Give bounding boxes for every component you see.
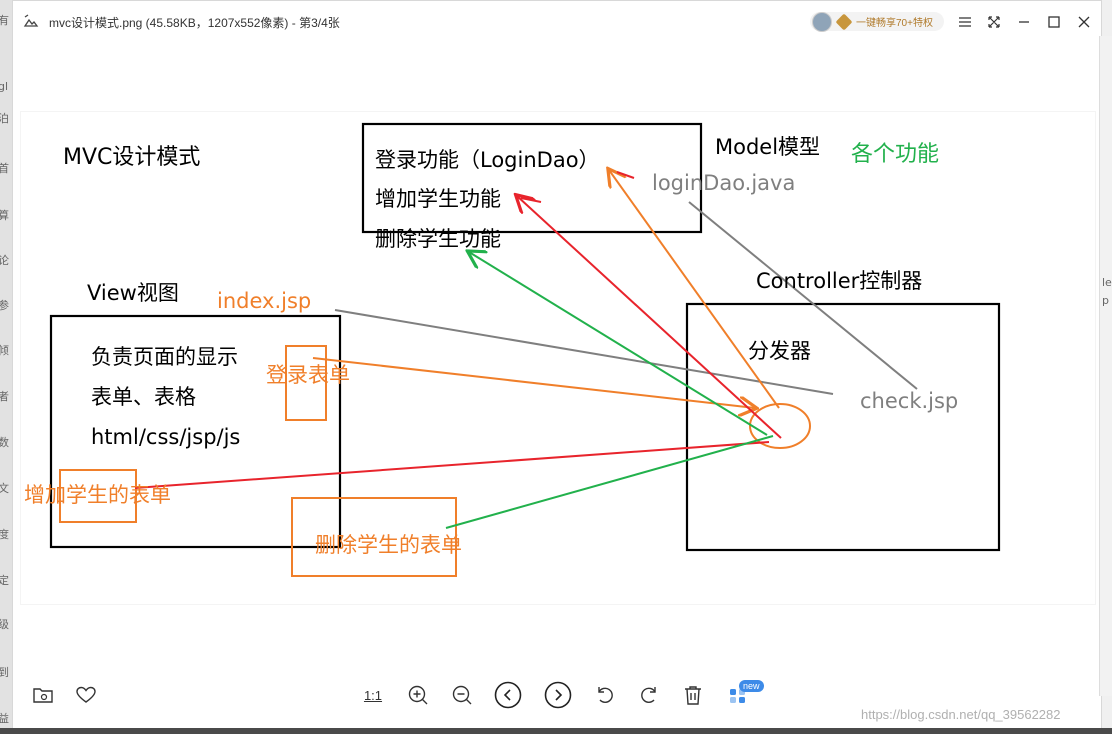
delete-feature-text: 删除学生功能 xyxy=(375,227,501,251)
add-form-label: 增加学生的表单 xyxy=(24,483,171,507)
strip-text: 倾 xyxy=(0,342,9,358)
login-form-arrow xyxy=(312,357,755,408)
open-folder-button[interactable] xyxy=(29,681,57,709)
view-line1: 负责页面的显示 xyxy=(91,345,238,369)
user-avatar xyxy=(812,11,832,32)
title-bar[interactable]: mvc设计模式.png (45.58KB，1207x552像素) - 第3/4张… xyxy=(13,1,1101,41)
model-label: Model模型 xyxy=(715,135,820,159)
index-jsp-label: index.jsp xyxy=(217,289,311,313)
window-title: mvc设计模式.png (45.58KB，1207x552像素) - 第3/4张 xyxy=(49,16,340,30)
check-jsp-label: check.jsp xyxy=(860,389,958,413)
view-line2: 表单、表格 xyxy=(91,385,196,409)
maximize-button[interactable] xyxy=(1043,11,1065,33)
strip-text: 论 xyxy=(0,252,9,268)
rotate-left-button[interactable] xyxy=(591,681,619,709)
strip-text: 参 xyxy=(0,297,9,313)
strip-text: 泊 xyxy=(0,110,9,126)
logindao-label: loginDao.java xyxy=(652,171,795,195)
strip-text: 算 xyxy=(0,207,9,223)
strip-text: p xyxy=(1102,294,1109,307)
strip-text: 度 xyxy=(0,526,9,542)
maximize-icon xyxy=(1048,16,1060,28)
image-file-icon xyxy=(23,14,39,27)
strip-text: 益 xyxy=(0,710,9,726)
previous-icon xyxy=(494,681,522,709)
login-feature-text: 登录功能（LoginDao） xyxy=(375,148,600,172)
zoom-out-button[interactable] xyxy=(448,681,476,709)
image-viewer-window: mvc设计模式.png (45.58KB，1207x552像素) - 第3/4张… xyxy=(12,0,1102,730)
taskbar-edge xyxy=(0,728,1112,734)
dispatcher-to-delete-arrow xyxy=(469,252,768,436)
strip-text: 定 xyxy=(0,572,9,588)
add-feature-text: 增加学生功能 xyxy=(375,187,501,211)
delete-icon xyxy=(685,686,701,705)
controller-box xyxy=(685,302,1001,552)
fullscreen-icon xyxy=(988,16,1000,28)
new-badge: new xyxy=(739,680,764,692)
mvc-title: MVC设计模式 xyxy=(63,145,200,170)
zoom-out-icon xyxy=(452,685,472,705)
strip-text: gl xyxy=(0,80,9,93)
zoom-in-button[interactable] xyxy=(404,681,432,709)
viewer-toolbar: 1:1 new https://blog.csdn.net/qq_3956228… xyxy=(13,663,1101,729)
diagram-image: MVC设计模式 登录功能（LoginDao） 增加学生功能 删除学生功能 Mod… xyxy=(20,111,1096,605)
delete-image-button[interactable] xyxy=(679,681,707,709)
controller-label: Controller控制器 xyxy=(756,269,922,293)
dispatcher-label: 分发器 xyxy=(748,339,811,363)
share-privilege-button[interactable]: 一键畅享70+特权 xyxy=(810,11,944,32)
mvc-diagram: MVC设计模式 登录功能（LoginDao） 增加学生功能 删除学生功能 Mod… xyxy=(24,122,1001,577)
watermark-text: https://blog.csdn.net/qq_39562282 xyxy=(861,707,1061,722)
close-button[interactable] xyxy=(1073,11,1095,33)
next-icon xyxy=(544,681,572,709)
menu-button[interactable] xyxy=(954,11,976,33)
background-app-strip-right: le p xyxy=(1099,36,1112,696)
view-line3: html/css/jsp/js xyxy=(91,425,240,449)
zoom-in-icon xyxy=(408,685,428,705)
strip-text: 者 xyxy=(0,388,9,404)
folder-icon xyxy=(33,688,53,703)
close-icon xyxy=(1078,16,1090,28)
minimize-icon xyxy=(1019,21,1029,23)
login-form-label: 登录表单 xyxy=(266,363,350,387)
fullscreen-button[interactable] xyxy=(983,11,1005,33)
delete-form-arrow xyxy=(445,435,774,529)
strip-text: 到 xyxy=(0,664,9,680)
share-label: 一键畅享70+特权 xyxy=(856,18,933,29)
image-display-area[interactable]: MVC设计模式 登录功能（LoginDao） 增加学生功能 删除学生功能 Mod… xyxy=(13,41,1101,663)
strip-text: 有 xyxy=(0,12,9,28)
model-box xyxy=(361,122,703,234)
view-label: View视图 xyxy=(87,281,179,305)
delete-form-label: 删除学生的表单 xyxy=(315,533,462,557)
actual-size-icon: 1:1 xyxy=(363,687,383,703)
vip-icon xyxy=(835,13,853,30)
previous-image-button[interactable] xyxy=(494,681,522,709)
strip-text: 级 xyxy=(0,616,9,632)
strip-text: 数 xyxy=(0,434,9,450)
heart-icon xyxy=(76,686,96,703)
strip-text: 首 xyxy=(0,160,9,176)
strip-text: le xyxy=(1102,276,1112,289)
strip-text: 文 xyxy=(0,480,9,496)
features-label: 各个功能 xyxy=(851,142,939,167)
rotate-right-icon xyxy=(641,687,656,703)
minimize-button[interactable] xyxy=(1013,11,1035,33)
favorite-button[interactable] xyxy=(72,681,100,709)
login-tick xyxy=(616,171,635,179)
next-image-button[interactable] xyxy=(544,681,572,709)
actual-size-button[interactable]: 1:1 xyxy=(359,681,387,709)
rotate-left-icon xyxy=(598,687,613,703)
dispatcher-circle xyxy=(749,403,811,449)
menu-icon xyxy=(959,17,971,27)
rotate-right-button[interactable] xyxy=(635,681,663,709)
